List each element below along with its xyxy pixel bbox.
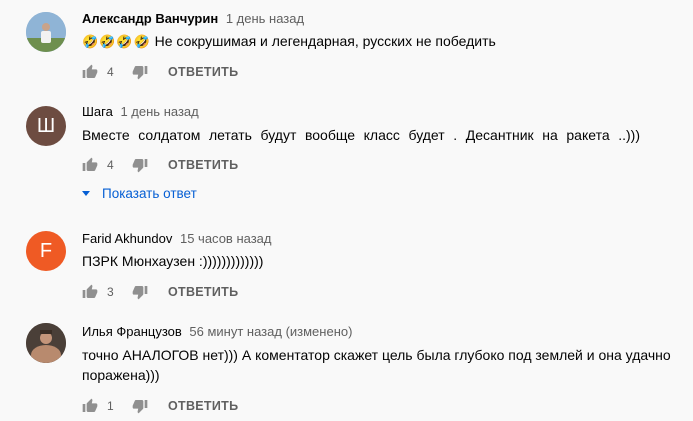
like-count: 1 — [107, 399, 114, 413]
comment-line: поражена))) — [82, 367, 160, 383]
reply-button[interactable]: ОТВЕТИТЬ — [168, 65, 238, 79]
comments-section: Александр Ванчурин 1 день назад 🤣🤣🤣🤣 Не … — [0, 0, 693, 421]
reply-button[interactable]: ОТВЕТИТЬ — [168, 399, 238, 413]
comment-time[interactable]: 1 день назад — [120, 104, 198, 119]
thumb-down-icon[interactable] — [132, 64, 148, 80]
emoji-text: 🤣🤣🤣🤣 — [82, 35, 151, 50]
comment-line: точно АНАЛОГОВ нет))) А коментатор скаже… — [82, 347, 671, 363]
reply-button[interactable]: ОТВЕТИТЬ — [168, 285, 238, 299]
thumb-up-icon[interactable] — [82, 157, 98, 173]
reply-button[interactable]: ОТВЕТИТЬ — [168, 158, 238, 172]
comment-actions: 1 ОТВЕТИТЬ — [82, 396, 238, 416]
comment-text: 🤣🤣🤣🤣 Не сокрушимая и легендарная, русски… — [82, 31, 496, 53]
comment-header: Шага 1 день назад — [82, 104, 199, 120]
author-name[interactable]: Шага — [82, 104, 113, 119]
avatar-letter: Ш — [36, 114, 56, 137]
comment-body: Не сокрушимая и легендарная, русских не … — [154, 33, 496, 49]
author-name[interactable]: Илья Французов — [82, 324, 182, 339]
comment-header: Farid Akhundov 15 часов назад — [82, 231, 271, 247]
author-name[interactable]: Farid Akhundov — [82, 231, 172, 246]
show-replies-button[interactable]: Показать ответ — [82, 184, 197, 202]
triangle-down-icon — [82, 190, 90, 196]
comment-time[interactable]: 15 часов назад — [180, 231, 272, 246]
comment-actions: 4 ОТВЕТИТЬ — [82, 155, 238, 175]
avatar-photo — [26, 12, 66, 52]
avatar[interactable]: F — [26, 231, 66, 271]
avatar[interactable] — [26, 12, 66, 52]
comment-header: Илья Французов 56 минут назад (изменено) — [82, 324, 352, 340]
avatar-letter: F — [39, 239, 53, 262]
comment-header: Александр Ванчурин 1 день назад — [82, 11, 304, 27]
comment-time[interactable]: 56 минут назад (изменено) — [189, 324, 352, 339]
thumb-down-icon[interactable] — [132, 284, 148, 300]
thumb-down-icon[interactable] — [132, 398, 148, 414]
like-count: 4 — [107, 158, 114, 172]
avatar[interactable]: Ш — [26, 106, 66, 146]
thumb-up-icon[interactable] — [82, 64, 98, 80]
comment-actions: 3 ОТВЕТИТЬ — [82, 282, 238, 302]
thumb-up-icon[interactable] — [82, 398, 98, 414]
comment-body: точно АНАЛОГОВ нет))) А коментатор скаже… — [82, 345, 682, 385]
thumb-up-icon[interactable] — [82, 284, 98, 300]
show-replies-label: Показать ответ — [102, 185, 197, 201]
like-count: 3 — [107, 285, 114, 299]
thumb-down-icon[interactable] — [132, 157, 148, 173]
like-count: 4 — [107, 65, 114, 79]
avatar[interactable] — [26, 323, 66, 363]
comment-body: Вместе солдатом летать будут вообще клас… — [82, 127, 640, 143]
author-name[interactable]: Александр Ванчурин — [82, 11, 218, 26]
avatar-photo — [26, 323, 66, 363]
comment-body: ПЗРК Мюнхаузен :))))))))))))) — [82, 253, 264, 269]
comment-actions: 4 ОТВЕТИТЬ — [82, 62, 238, 82]
comment-time[interactable]: 1 день назад — [226, 11, 304, 26]
